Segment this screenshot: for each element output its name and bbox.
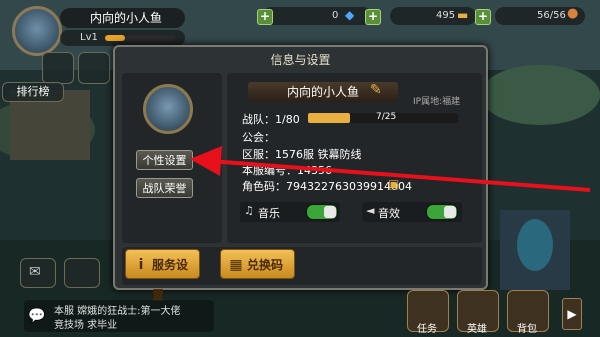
- team-count: 战队：1/80: [242, 113, 300, 126]
- add-gem-button[interactable]: +: [257, 9, 273, 25]
- book-icon: ▦: [229, 257, 243, 273]
- stamina-value: 56/56: [537, 10, 566, 21]
- event-button-2[interactable]: [78, 52, 110, 84]
- player-name-bar: 内向的小人鱼: [60, 8, 185, 28]
- mail-button[interactable]: ✉: [20, 258, 56, 288]
- rewards-button[interactable]: [64, 258, 100, 288]
- gold-value: 495: [436, 10, 456, 21]
- dialog-player-name: 内向的小人鱼: [286, 85, 359, 99]
- music-label: 音乐: [258, 207, 280, 220]
- add-gem-button-2[interactable]: +: [365, 9, 381, 25]
- role-code: 角色码：794322763039914004: [242, 180, 412, 193]
- sfx-label: 音效: [378, 207, 400, 220]
- meat-icon: ●: [567, 6, 579, 21]
- team-honor-label: 战队荣誉: [142, 182, 187, 195]
- add-gold-button[interactable]: +: [475, 9, 491, 25]
- leaderboard-label: 排行榜: [16, 85, 50, 98]
- player-level-bar: Lv1: [60, 30, 185, 46]
- gem-counter: 0: [262, 7, 372, 25]
- ip-location: IP属地:福建: [413, 97, 461, 107]
- player-avatar[interactable]: [12, 6, 62, 56]
- chat-panel[interactable]: 💬 本服 嫦娥的狂战士:第一大佬 竞技场 求毕业: [24, 300, 214, 332]
- bag-label: 背包: [517, 324, 537, 335]
- info-icon: i: [138, 257, 144, 273]
- sfx-setting: ◄ 音效: [362, 202, 462, 222]
- guild: 公会：: [242, 131, 275, 144]
- edit-name-icon[interactable]: ✎: [370, 82, 382, 98]
- copy-icon[interactable]: ▣: [388, 177, 399, 191]
- sfx-toggle[interactable]: [426, 204, 458, 220]
- gem-value: 0: [332, 10, 339, 21]
- xp-progress: [105, 35, 175, 41]
- quest-label: 任务: [417, 324, 437, 335]
- team-honor-button[interactable]: 战队荣誉: [136, 178, 193, 198]
- personal-settings-button[interactable]: 个性设置: [136, 150, 193, 170]
- music-toggle[interactable]: [306, 204, 338, 220]
- server-id: 本服编号：14356: [242, 164, 332, 177]
- leaderboard-button[interactable]: 排行榜: [2, 82, 64, 102]
- music-icon: ♫: [244, 204, 254, 217]
- redeem-code-label: 兑换码: [247, 258, 284, 272]
- server: 区服：1576服 铁幕防线: [242, 148, 362, 161]
- player-level: Lv1: [80, 32, 98, 43]
- personal-settings-label: 个性设置: [142, 154, 187, 167]
- mail-icon: ✉: [29, 264, 41, 280]
- chat-icon: 💬: [28, 308, 46, 324]
- team-progress-bar: 7/25: [308, 112, 458, 123]
- dialog-title: 信息与设置: [270, 53, 331, 67]
- redeem-code-button[interactable]: ▦ 兑换码: [220, 249, 295, 279]
- dialog-avatar[interactable]: [143, 84, 193, 134]
- gem-icon: ◆: [345, 8, 355, 22]
- chat-line-2: 竞技场 求毕业: [54, 320, 118, 331]
- music-setting: ♫ 音乐: [240, 202, 340, 222]
- speaker-icon: ◄: [366, 204, 375, 217]
- expand-arrow-button[interactable]: ▶: [562, 298, 582, 330]
- team-progress-text: 7/25: [376, 112, 397, 122]
- gold-icon: ▬: [457, 8, 469, 22]
- player-name: 内向的小人鱼: [90, 11, 163, 25]
- hero-label: 英雄: [467, 324, 487, 335]
- service-settings-button[interactable]: i 服务设置: [125, 249, 200, 302]
- pirate-event-button[interactable]: [42, 52, 74, 84]
